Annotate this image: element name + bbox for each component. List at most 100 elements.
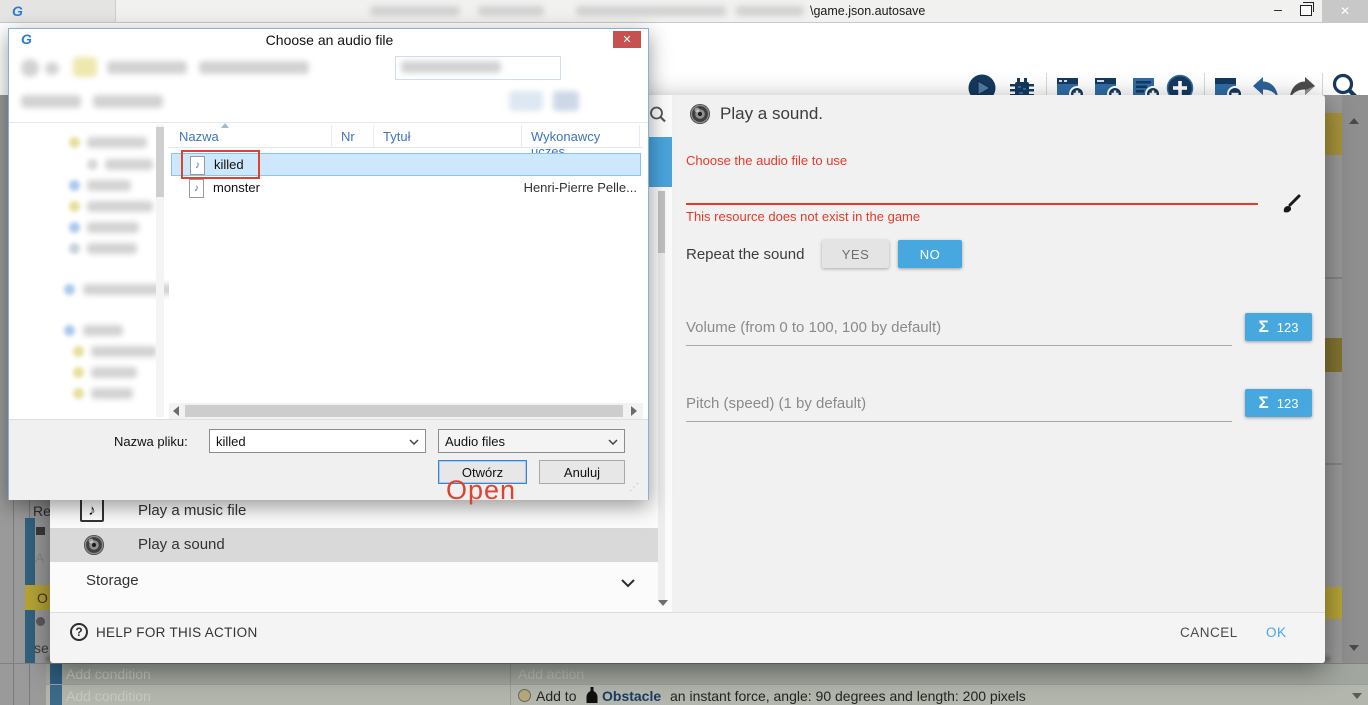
scrollbar-thumb[interactable] [658,191,665,253]
redacted-tree-label [87,222,139,233]
sigma-icon: Σ [1259,317,1269,337]
instruction-list-scrollbar[interactable] [658,191,665,603]
redacted-tree-label [91,367,137,378]
redacted-tree-label [87,243,137,254]
volume-input[interactable] [686,321,1232,346]
row-divider [510,685,511,705]
redacted-tree-label [91,346,157,357]
redacted-tree-icon [64,284,75,295]
event-mini-icon [36,527,45,535]
repeat-yes-button[interactable]: YES [822,240,889,268]
scroll-down-icon[interactable] [1349,645,1359,651]
force-icon [518,689,531,702]
brush-icon[interactable] [1280,193,1302,220]
sort-ascending-icon [221,123,229,128]
redacted-tree-label [87,137,147,148]
scrollbar-thumb[interactable] [156,127,164,197]
redacted-tree-icon [69,180,80,191]
filename-combobox[interactable]: killed [209,429,426,453]
file-row-monster[interactable]: ♪ monster Henri-Pierre Pelle... [171,177,641,199]
redacted-tree-label [83,325,123,336]
file-dialog-bottom: Nazwa pliku: killed Audio files Otwórz A… [9,419,648,500]
redacted-view-icon [553,91,579,111]
scroll-up-icon[interactable] [1349,118,1359,124]
redacted-tree-icon [69,201,80,212]
tree-guide [13,500,14,663]
action-text-prefix[interactable]: Add to [536,688,576,704]
column-header-nr[interactable]: Nr [341,129,355,144]
dimmed-row-line [1325,277,1342,279]
list-scroll-down-icon[interactable] [658,600,668,606]
row-expand-icon[interactable] [1352,693,1362,699]
chevron-down-icon [620,575,636,593]
pitch-expression-button[interactable]: Σ 123 [1245,389,1312,417]
file-dialog-close-button[interactable]: ✕ [613,31,641,48]
redacted-tree-icon [73,367,84,378]
redacted-tree-icon [69,222,80,233]
redacted-tree-label [87,201,153,212]
chevron-down-icon [409,439,419,445]
scroll-left-icon[interactable] [173,406,179,416]
annotation-open-label: Open [446,475,516,506]
filename-label: Nazwa pliku: [114,434,188,449]
instruction-label: Play a music file [138,502,246,519]
column-divider[interactable] [331,125,332,147]
redacted-tree-icon [87,159,98,170]
instruction-group-storage[interactable]: Storage [50,566,658,596]
file-artists: Henri-Pierre Pelle... [461,180,637,195]
column-divider[interactable] [521,125,522,147]
column-header-name[interactable]: Nazwa [179,129,219,144]
scrollbar-thumb[interactable] [185,405,623,417]
redacted-menu-item [21,95,81,108]
event-row: Add condition Add to Obstacle an instant… [46,684,1368,705]
close-button[interactable]: ✕ [1322,0,1368,22]
redacted-folder-icon [73,57,97,77]
minimize-button[interactable]: – [1266,1,1290,17]
scene-scrollbar[interactable] [1342,95,1368,663]
sigma-icon: Σ [1259,393,1269,413]
add-action-button[interactable]: Add action [518,666,584,682]
resize-grip[interactable]: ⋰ [629,482,639,493]
redacted-tree-icon [69,137,80,148]
action-text-suffix[interactable]: an instant force, angle: 90 degrees and … [670,688,1026,704]
cancel-button[interactable]: CANCEL [1180,625,1238,640]
column-header-title[interactable]: Tytuł [383,129,410,144]
redacted-search-text [401,61,501,73]
ok-button[interactable]: OK [1266,625,1287,640]
dialog-footer: ? HELP FOR THIS ACTION CANCEL OK [50,612,1325,663]
add-condition-button[interactable]: Add condition [66,688,151,704]
file-name: monster [213,180,260,195]
instruction-row-sound[interactable]: Play a sound [50,528,658,562]
redacted-breadcrumb [199,61,309,74]
sound-speaker-icon [82,533,106,562]
add-condition-button[interactable]: Add condition [66,666,151,682]
action-header-speaker-icon [688,102,712,131]
help-link[interactable]: HELP FOR THIS ACTION [96,625,258,640]
column-divider[interactable] [639,125,640,147]
action-object-name[interactable]: Obstacle [602,688,661,704]
redacted-text [478,6,544,16]
column-divider[interactable] [373,125,374,147]
repeat-no-button[interactable]: NO [898,240,962,268]
instruction-search-icon[interactable] [648,105,668,130]
chevron-down-icon [608,439,618,445]
dimmed-yellow-block [1325,113,1342,155]
repeat-label: Repeat the sound [686,246,804,263]
file-list-hscrollbar[interactable] [169,403,643,419]
volume-expression-button[interactable]: Σ 123 [1245,313,1312,341]
restore-button[interactable] [1300,5,1312,16]
filetype-combobox[interactable]: Audio files [438,429,625,453]
music-file-icon: ♪ [80,498,104,522]
search-box[interactable] [395,56,561,80]
resource-error-text: This resource does not exist in the game [686,209,920,224]
sidebar-scrollbar[interactable] [156,125,164,417]
resource-input[interactable] [686,177,1258,205]
app-titlebar: G \game.json.autosave – ✕ [0,0,1368,23]
redacted-breadcrumb [107,61,187,74]
redacted-tree-label [91,388,133,399]
obstacle-object-icon [586,687,598,705]
annotation-highlight-box [181,150,260,179]
cancel-button[interactable]: Anuluj [539,460,625,484]
scroll-right-icon[interactable] [631,406,637,416]
pitch-input[interactable] [686,397,1232,422]
